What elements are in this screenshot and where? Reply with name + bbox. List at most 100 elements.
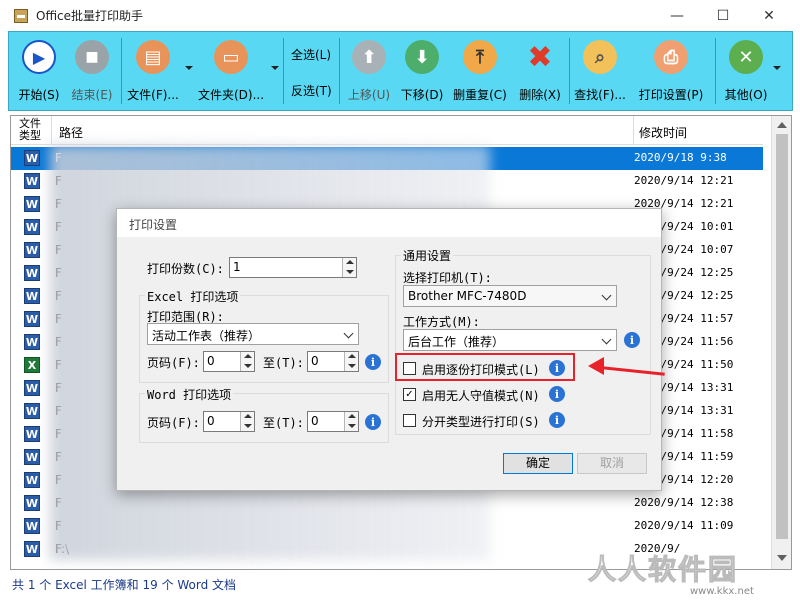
word-file-icon: W bbox=[24, 265, 40, 281]
find-label: 查找(F)... bbox=[574, 88, 626, 102]
work-mode-label: 工作方式(M): bbox=[403, 315, 480, 329]
invert-selection-button[interactable]: 反选(T) bbox=[291, 82, 332, 99]
excel-to-label: 至(T): bbox=[263, 356, 304, 370]
start-button[interactable]: ▶ 开始(S) bbox=[13, 40, 65, 106]
watermark-logo: 人人软件园 bbox=[587, 553, 739, 587]
word-to-label: 至(T): bbox=[263, 416, 304, 430]
other-dropdown-arrow[interactable] bbox=[773, 66, 781, 70]
word-file-icon: W bbox=[24, 288, 40, 304]
printer-select[interactable]: Brother MFC-7480D bbox=[403, 285, 617, 307]
folder-label: 文件夹(D)... bbox=[197, 88, 265, 102]
file-label: 文件(F)... bbox=[127, 88, 179, 102]
chevron-down-icon bbox=[601, 290, 612, 301]
word-file-icon: W bbox=[24, 196, 40, 212]
col-type-header[interactable]: 文件类型 bbox=[19, 118, 47, 142]
other-label: 其他(O) bbox=[724, 88, 768, 102]
word-file-icon: W bbox=[24, 403, 40, 419]
printer-app-icon bbox=[14, 8, 28, 23]
printer-label: 选择打印机(T): bbox=[403, 271, 492, 285]
move-up-label: 上移(U) bbox=[347, 88, 391, 102]
excel-from-stepper[interactable]: 0 bbox=[203, 351, 255, 372]
add-folder-button[interactable]: ▭ 文件夹(D)... bbox=[195, 40, 267, 106]
file-dropdown-arrow[interactable] bbox=[185, 66, 193, 70]
scroll-up-icon[interactable] bbox=[777, 122, 787, 128]
magnifier-icon: ⌕ bbox=[583, 40, 617, 74]
word-file-icon: W bbox=[24, 449, 40, 465]
word-file-icon: W bbox=[24, 380, 40, 396]
word-file-icon: W bbox=[24, 518, 40, 534]
split-type-checkbox[interactable] bbox=[403, 414, 416, 427]
printer-icon: ⎙ bbox=[654, 40, 688, 74]
word-file-icon: W bbox=[24, 242, 40, 258]
col-path-header[interactable]: 路径 bbox=[59, 124, 83, 141]
window-title: Office批量打印助手 bbox=[36, 9, 144, 23]
merge-icon: ⤒ bbox=[463, 40, 497, 74]
find-button[interactable]: ⌕ 查找(F)... bbox=[571, 40, 629, 106]
start-label: 开始(S) bbox=[18, 88, 60, 102]
select-all-button[interactable]: 全选(L) bbox=[291, 46, 331, 63]
copies-stepper[interactable]: 1 bbox=[229, 257, 357, 278]
dialog-title-bar: 打印设置 bbox=[117, 209, 661, 237]
folder-dropdown-arrow[interactable] bbox=[271, 66, 279, 70]
unattended-label: 启用无人守值模式(N) bbox=[422, 389, 540, 403]
excel-to-stepper[interactable]: 0 bbox=[307, 351, 359, 372]
status-text: 共 1 个 Excel 工作簿和 19 个 Word 文档 bbox=[12, 578, 237, 592]
end-label: 结束(E) bbox=[71, 88, 113, 102]
unattended-checkbox[interactable]: ✓ bbox=[403, 388, 416, 401]
stop-icon: ■ bbox=[75, 40, 109, 74]
dedupe-button[interactable]: ⤒ 删重复(C) bbox=[449, 40, 511, 106]
move-down-button[interactable]: ⬇ 下移(D) bbox=[397, 40, 447, 106]
chevron-down-icon bbox=[343, 328, 354, 339]
general-group-title: 通用设置 bbox=[401, 247, 454, 264]
arrow-down-icon: ⬇ bbox=[405, 40, 439, 74]
info-icon[interactable]: i bbox=[365, 414, 381, 430]
print-range-select[interactable]: 活动工作表（推荐） bbox=[147, 323, 359, 345]
delete-button[interactable]: ✖ 删除(X) bbox=[513, 40, 567, 106]
word-file-icon: W bbox=[24, 495, 40, 511]
highlight-box bbox=[395, 353, 575, 381]
watermark-url: www.kkx.net bbox=[690, 586, 754, 597]
vertical-scrollbar[interactable] bbox=[771, 116, 791, 569]
minimize-button[interactable]: — bbox=[654, 0, 700, 31]
scroll-thumb[interactable] bbox=[776, 134, 788, 539]
scroll-down-icon[interactable] bbox=[777, 555, 787, 561]
word-file-icon: W bbox=[24, 219, 40, 235]
info-icon[interactable]: i bbox=[549, 412, 565, 428]
ok-button[interactable]: 确定 bbox=[503, 453, 573, 474]
maximize-button[interactable]: ☐ bbox=[700, 0, 746, 31]
copies-label: 打印份数(C): bbox=[147, 262, 224, 276]
col-time-header[interactable]: 修改时间 bbox=[639, 124, 687, 141]
dialog-title: 打印设置 bbox=[129, 218, 178, 232]
excel-group-title: Excel 打印选项 bbox=[145, 288, 241, 305]
toolbar: ▶ 开始(S) ■ 结束(E) ▤ 文件(F)... ▭ 文件夹(D)... 全… bbox=[8, 31, 793, 111]
word-file-icon: W bbox=[24, 311, 40, 327]
info-icon[interactable]: i bbox=[624, 332, 640, 348]
other-button[interactable]: ✕ 其他(O) bbox=[717, 40, 775, 106]
work-mode-select[interactable]: 后台工作（推荐） bbox=[403, 329, 617, 351]
chevron-down-icon bbox=[601, 334, 612, 345]
info-icon[interactable]: i bbox=[365, 354, 381, 370]
word-file-icon: W bbox=[24, 541, 40, 557]
print-settings-button[interactable]: ⎙ 打印设置(P) bbox=[631, 40, 711, 106]
word-pages-label: 页码(F): bbox=[147, 416, 200, 430]
title-bar: Office批量打印助手 — ☐ ✕ bbox=[0, 0, 800, 31]
word-file-icon: W bbox=[24, 426, 40, 442]
move-up-button[interactable]: ⬆ 上移(U) bbox=[343, 40, 395, 106]
end-button[interactable]: ■ 结束(E) bbox=[67, 40, 117, 106]
arrow-up-icon: ⬆ bbox=[352, 40, 386, 74]
excel-pages-label: 页码(F): bbox=[147, 356, 200, 370]
word-from-stepper[interactable]: 0 bbox=[203, 411, 255, 432]
folder-icon: ▭ bbox=[214, 40, 248, 74]
split-type-label: 分开类型进行打印(S) bbox=[422, 415, 540, 429]
close-button[interactable]: ✕ bbox=[746, 0, 792, 31]
info-icon[interactable]: i bbox=[549, 386, 565, 402]
word-file-icon: W bbox=[24, 472, 40, 488]
cancel-button[interactable]: 取消 bbox=[577, 453, 647, 474]
word-to-stepper[interactable]: 0 bbox=[307, 411, 359, 432]
list-header: 文件类型 路径 修改时间 bbox=[11, 116, 763, 145]
row-time: 2020/9/14 11:09 bbox=[634, 519, 734, 532]
print-settings-dialog: 打印设置 打印份数(C): 1 Excel 打印选项 打印范围(R): 活动工作… bbox=[116, 208, 662, 491]
tools-icon: ✕ bbox=[729, 40, 763, 74]
delete-label: 删除(X) bbox=[519, 88, 561, 102]
add-file-button[interactable]: ▤ 文件(F)... bbox=[123, 40, 183, 106]
